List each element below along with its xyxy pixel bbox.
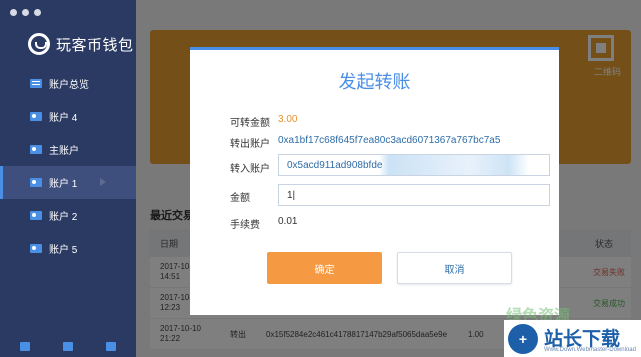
amount-label: 金额 <box>230 193 250 204</box>
fee-value: 0.01 <box>278 216 298 227</box>
window-controls <box>10 9 41 16</box>
settings-icon[interactable] <box>105 341 116 351</box>
sidebar-item-account-1[interactable]: 账户 1 <box>0 166 136 199</box>
home-icon[interactable] <box>20 341 31 351</box>
to-account-input[interactable] <box>278 154 550 176</box>
sidebar-item-label: 账户 5 <box>49 245 78 256</box>
available-amount-value: 3.00 <box>278 114 298 125</box>
watermark-url: Www.Down.Webmaster-Download <box>544 347 636 353</box>
wallet-icon[interactable] <box>62 341 73 351</box>
sidebar-item-label: 账户 4 <box>49 113 78 124</box>
account-card-icon <box>30 244 42 253</box>
available-amount-label: 可转金额 <box>230 118 270 129</box>
fee-label: 手续费 <box>230 220 260 231</box>
sidebar-item-label: 账户 2 <box>49 212 78 223</box>
from-account-label: 转出账户 <box>230 139 270 150</box>
sidebar-item-account-2[interactable]: 账户 2 <box>0 199 136 232</box>
account-card-icon <box>30 211 42 220</box>
sidebar: 玩客币钱包 账户总览 账户 4 主账户 账户 1 账户 2 账户 5 <box>0 0 136 357</box>
sidebar-item-label: 主账户 <box>49 146 79 157</box>
cancel-button[interactable]: 取消 <box>397 252 512 284</box>
close-window-button[interactable] <box>10 9 17 16</box>
sidebar-item-label: 账户 1 <box>49 179 78 190</box>
overview-icon <box>30 79 42 88</box>
sidebar-item-overview[interactable]: 账户总览 <box>0 67 136 100</box>
watermark: + 站长下载 Www.Down.Webmaster-Download <box>504 320 641 357</box>
app-logo-text: 玩客币钱包 <box>56 35 134 54</box>
account-card-icon <box>30 112 42 121</box>
sidebar-footer <box>0 335 136 357</box>
sidebar-item-account-4[interactable]: 账户 4 <box>0 100 136 133</box>
app-logo: 玩客币钱包 <box>28 33 134 55</box>
watermark-name: 站长下载 <box>544 327 621 350</box>
sidebar-item-account-5[interactable]: 账户 5 <box>0 232 136 265</box>
from-account-value: 0xa1bf17c68f645f7ea80c3acd6071367a767bc7… <box>278 135 501 146</box>
wallet-logo-icon <box>28 33 50 55</box>
sidebar-item-label: 账户总览 <box>49 80 89 91</box>
sidebar-nav: 账户总览 账户 4 主账户 账户 1 账户 2 账户 5 <box>0 67 136 265</box>
sidebar-item-main-account[interactable]: 主账户 <box>0 133 136 166</box>
transfer-dialog: 发起转账 可转金额 3.00 转出账户 0xa1bf17c68f645f7ea8… <box>190 47 559 315</box>
minimize-window-button[interactable] <box>22 9 29 16</box>
watermark-logo-icon: + <box>508 323 538 354</box>
account-card-icon <box>30 145 42 154</box>
zoom-window-button[interactable] <box>34 9 41 16</box>
amount-input[interactable] <box>278 184 550 206</box>
active-arrow-icon <box>100 178 106 186</box>
confirm-button[interactable]: 确定 <box>267 252 382 284</box>
dialog-title: 发起转账 <box>338 72 411 93</box>
to-account-label: 转入账户 <box>230 164 270 175</box>
account-card-icon <box>30 178 42 187</box>
